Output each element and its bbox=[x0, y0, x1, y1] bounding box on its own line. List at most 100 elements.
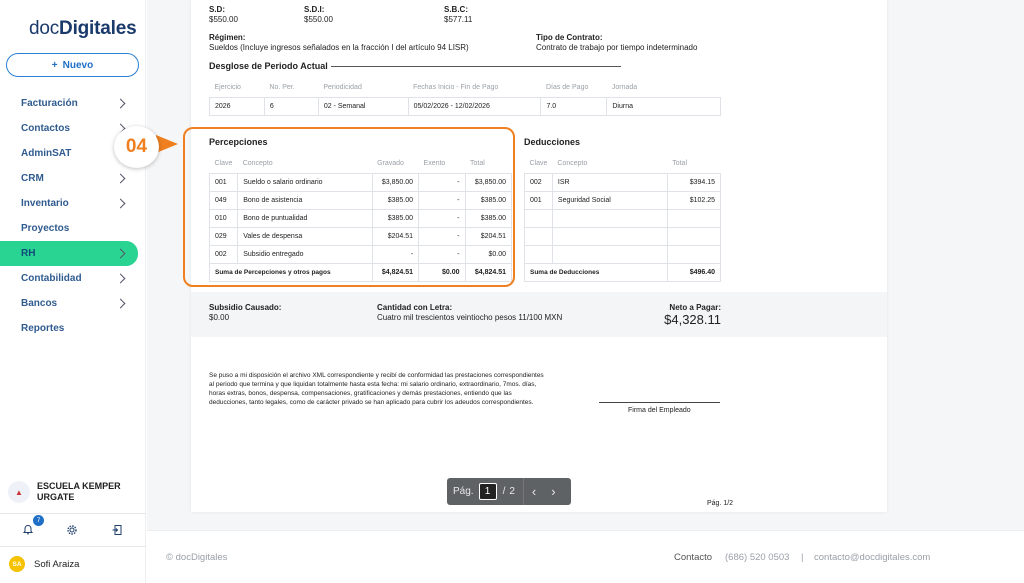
table-cell: $102.25 bbox=[667, 191, 722, 210]
sidebar-item-contabilidad[interactable]: Contabilidad bbox=[0, 266, 146, 291]
logout-icon[interactable] bbox=[111, 524, 123, 539]
contact-label: Contacto bbox=[674, 552, 713, 563]
sidebar-item-facturacin[interactable]: Facturación bbox=[0, 91, 146, 116]
sbc-label: S.B.C: bbox=[444, 5, 468, 14]
column-header: Total bbox=[667, 155, 721, 174]
column-header: Ejercicio bbox=[209, 79, 265, 98]
sidebar-item-inventario[interactable]: Inventario bbox=[0, 191, 146, 216]
sd-value: $550.00 bbox=[209, 15, 238, 24]
sidebar-item-label: Proyectos bbox=[21, 223, 70, 234]
company-selector[interactable]: ▲ ESCUELA KEMPER URGATE bbox=[8, 481, 137, 503]
table-cell bbox=[552, 245, 668, 264]
pager-separator: / bbox=[502, 486, 506, 497]
table-row bbox=[524, 245, 722, 264]
copyright: © docDigitales bbox=[166, 552, 228, 563]
contact-email[interactable]: contacto@docdigitales.com bbox=[814, 552, 930, 563]
table-cell bbox=[667, 245, 722, 264]
sidebar-item-proyectos[interactable]: Proyectos bbox=[0, 216, 146, 241]
sidebar-item-label: Bancos bbox=[21, 298, 58, 309]
table-cell: Seguridad Social bbox=[552, 191, 668, 210]
contact-phone[interactable]: (686) 520 0503 bbox=[725, 552, 789, 563]
table-cell bbox=[524, 227, 553, 246]
sidebar-item-bancos[interactable]: Bancos bbox=[0, 291, 146, 316]
totals-label: Suma de Deducciones bbox=[524, 263, 668, 282]
sidebar-item-label: RH bbox=[21, 248, 36, 259]
notification-badge: 7 bbox=[33, 515, 44, 526]
table-cell: 7.0 bbox=[540, 97, 608, 116]
user-name: Sofi Araiza bbox=[34, 558, 80, 570]
chevron-right-icon bbox=[115, 273, 126, 284]
table-row bbox=[524, 227, 722, 246]
totals-value: $496.40 bbox=[667, 263, 722, 282]
table-cell bbox=[667, 209, 722, 228]
amount-in-words-label: Cantidad con Letra: bbox=[377, 303, 453, 312]
table-cell: ISR bbox=[552, 173, 668, 192]
table-row: 002 ISR $394.15 bbox=[524, 173, 722, 192]
table-cell bbox=[667, 227, 722, 246]
sbc-value: $577.11 bbox=[444, 15, 473, 24]
summary-band: Subsidio Causado: $0.00 Cantidad con Let… bbox=[191, 292, 887, 337]
sidebar-item-reportes[interactable]: Reportes bbox=[0, 316, 146, 341]
next-page-icon[interactable]: › bbox=[551, 484, 555, 499]
column-header: Periodicidad bbox=[318, 79, 409, 98]
totals-row: Suma de Deducciones $496.40 bbox=[524, 263, 722, 282]
sidebar-toolbar bbox=[0, 513, 146, 547]
section-divider bbox=[331, 66, 621, 67]
signature-line bbox=[599, 402, 720, 403]
disclaimer-line: al periodo que termina y que liquidan to… bbox=[209, 381, 537, 388]
sd-label: S.D: bbox=[209, 5, 225, 14]
column-header: No. Per. bbox=[264, 79, 319, 98]
column-header: Fechas Inicio - Fin de Pago bbox=[408, 79, 541, 98]
column-header: Concepto bbox=[552, 155, 668, 174]
table-row bbox=[524, 209, 722, 228]
sidebar-item-label: CRM bbox=[21, 173, 44, 184]
sidebar: docDigitales + Nuevo Facturación Contacto… bbox=[0, 0, 146, 583]
regimen-label: Régimen: bbox=[209, 33, 246, 42]
table-cell: 6 bbox=[264, 97, 319, 116]
table-cell: 2026 bbox=[209, 97, 265, 116]
column-header: Clave bbox=[524, 155, 553, 174]
table-cell: Diurna bbox=[606, 97, 721, 116]
pdf-pager: Pág. 1 / 2 ‹ › bbox=[447, 478, 571, 505]
table-cell bbox=[552, 227, 668, 246]
table-cell: 002 bbox=[524, 173, 553, 192]
bell-icon[interactable] bbox=[22, 524, 34, 539]
sidebar-item-crm[interactable]: CRM bbox=[0, 166, 146, 191]
new-button[interactable]: + Nuevo bbox=[6, 53, 139, 77]
sdi-value: $550.00 bbox=[304, 15, 333, 24]
subsidio-value: $0.00 bbox=[209, 313, 230, 322]
prev-page-icon[interactable]: ‹ bbox=[532, 484, 536, 499]
sidebar-item-label: Contabilidad bbox=[21, 273, 82, 284]
disclaimer-text: Se puso a mi disposición el archivo XML … bbox=[209, 371, 544, 407]
net-pay-label: Neto a Pagar: bbox=[669, 303, 721, 312]
period-breakdown-title: Desglose de Periodo Actual bbox=[209, 61, 328, 71]
table-cell: $394.15 bbox=[667, 173, 722, 192]
pager-label: Pág. bbox=[453, 486, 474, 497]
step-callout-badge: 04 bbox=[114, 126, 159, 168]
table-cell bbox=[552, 209, 668, 228]
table-cell: 02 - Semanal bbox=[318, 97, 409, 116]
new-button-label: Nuevo bbox=[62, 59, 94, 71]
table-row: 2026 6 02 - Semanal 05/02/2026 - 12/02/2026… bbox=[209, 97, 721, 116]
sidebar-item-label: Contactos bbox=[21, 123, 70, 134]
app-window: docDigitales + Nuevo Facturación Contacto… bbox=[0, 0, 1024, 583]
chevron-right-icon bbox=[115, 248, 126, 259]
gear-icon[interactable] bbox=[66, 524, 78, 539]
table-cell: 001 bbox=[524, 191, 553, 210]
app-logo[interactable]: docDigitales bbox=[29, 18, 137, 40]
period-table-header: Ejercicio No. Per. Periodicidad Fechas Inic… bbox=[209, 79, 721, 98]
chevron-right-icon bbox=[115, 198, 126, 209]
pager-divider bbox=[522, 478, 524, 505]
period-table: Ejercicio No. Per. Periodicidad Fechas Inic… bbox=[209, 79, 721, 116]
footer: © docDigitales Contacto (686) 520 0503 |… bbox=[147, 530, 1024, 583]
sidebar-item-label: Inventario bbox=[21, 198, 69, 209]
regimen-value: Sueldos (Incluye ingresos señalados en l… bbox=[209, 43, 469, 52]
page-indicator: Pág. 1/2 bbox=[707, 500, 734, 507]
user-menu[interactable]: SA Sofi Araiza bbox=[9, 556, 79, 572]
amount-in-words-value: Cuatro mil trescientos veintiocho pesos … bbox=[377, 313, 563, 322]
page-number-input[interactable]: 1 bbox=[478, 483, 497, 500]
sidebar-item-rh[interactable]: RH bbox=[0, 241, 138, 266]
table-cell: 05/02/2026 - 12/02/2026 bbox=[408, 97, 542, 116]
signature-label: Firma del Empleado bbox=[628, 407, 691, 414]
company-name: ESCUELA KEMPER URGATE bbox=[37, 481, 121, 502]
